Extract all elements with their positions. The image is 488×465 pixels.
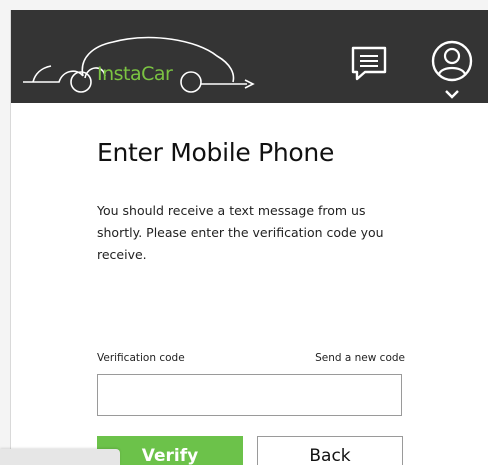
verification-code-input[interactable] [97, 374, 402, 416]
page-title: Enter Mobile Phone [97, 138, 335, 167]
account-icon[interactable] [429, 40, 475, 102]
overlay-tab [0, 449, 120, 465]
send-new-code-link[interactable]: Send a new code [315, 352, 405, 364]
instructions-text: You should receive a text message from u… [97, 203, 384, 262]
logo-text: InstaCar [97, 63, 173, 85]
app-frame: InstaCar Enter Mobile Phone You should r… [10, 10, 488, 465]
chevron-down-icon [445, 90, 459, 99]
message-icon[interactable] [349, 45, 389, 83]
verification-form: Enter Mobile Phone You should receive a … [97, 138, 407, 465]
car-outline-icon [23, 36, 255, 93]
app-header: InstaCar [11, 10, 488, 103]
verification-code-label: Verification code [97, 352, 185, 364]
instacar-logo[interactable]: InstaCar [21, 18, 261, 98]
back-button[interactable]: Back [257, 436, 403, 465]
